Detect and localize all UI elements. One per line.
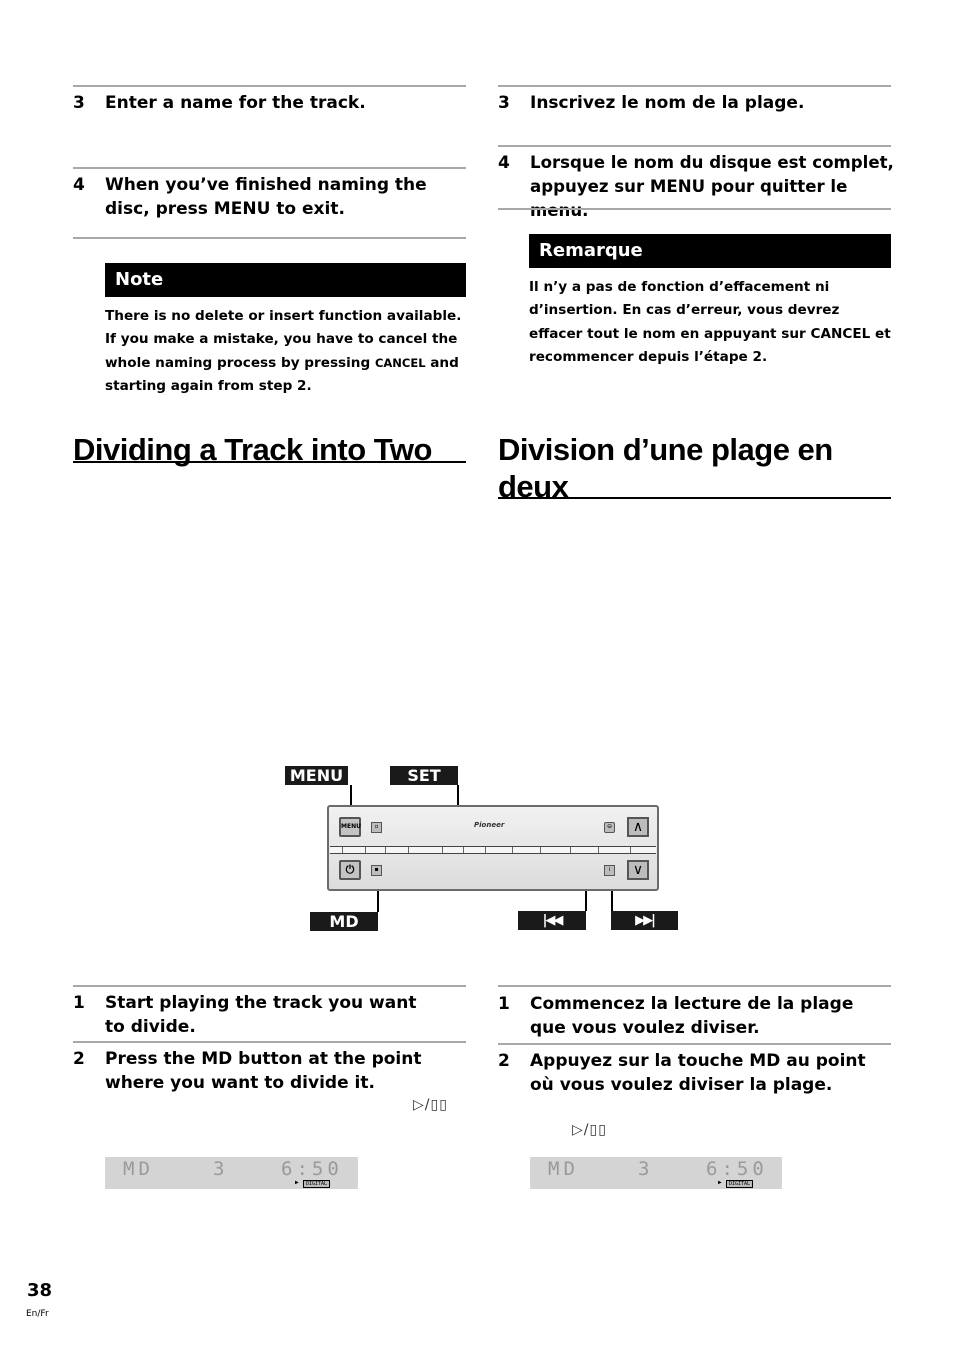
step-number: 1 [498, 994, 510, 1014]
display-button[interactable]: ▫ [371, 822, 382, 833]
strip-segment-divider [442, 847, 443, 853]
lcd-track: 3 [213, 1158, 229, 1180]
divider [498, 1043, 891, 1045]
callout-skip-back: |◀◀ [518, 911, 586, 930]
power-button[interactable]: ⏻ [339, 860, 361, 880]
cancel-keyword: CANCEL [374, 355, 426, 370]
digital-indicator: DIGITAL [726, 1180, 754, 1188]
md-front-panel: MENU ▫ Pioneer ⊖ ∧ ⏻ ▪ ⁞ ∨ [327, 805, 659, 891]
step-number: 2 [73, 1049, 85, 1069]
divider [73, 237, 466, 239]
md-button[interactable]: ▪ [371, 865, 382, 876]
step-text: Start playing the track you want to divi… [105, 993, 417, 1037]
down-arrow-button[interactable]: ∨ [627, 860, 649, 880]
strip-segment-divider [598, 847, 599, 853]
divider [73, 1041, 466, 1043]
step-number: 3 [73, 93, 85, 113]
lcd-source: MD [548, 1158, 579, 1180]
step-number: 2 [498, 1051, 510, 1071]
lcd-source: MD [123, 1158, 154, 1180]
strip-segment-divider [512, 847, 513, 853]
lcd-track: 3 [638, 1158, 654, 1180]
flag-icon: ▶ [295, 1179, 299, 1186]
callout-skip-forward: ▶▶| [611, 911, 678, 930]
step-number: 4 [498, 153, 510, 173]
heading-underline [498, 497, 891, 499]
flag-icon: ▶ [718, 1179, 722, 1186]
input-button[interactable]: ⁞ [604, 865, 615, 876]
divider [498, 145, 891, 147]
button-strip[interactable] [330, 846, 656, 854]
strip-segment-divider [630, 847, 631, 853]
divider [498, 85, 891, 87]
step-text: Commencez la lecture de la plage que vou… [530, 994, 854, 1038]
step-text: Appuyez sur la touche MD au point où vou… [530, 1051, 866, 1095]
remarque-body: Il n’y a pas de fonction d’effacement ni… [529, 279, 891, 365]
step-text: Lorsque le nom du disque est complet, ap… [530, 153, 894, 220]
strip-segment-divider [365, 847, 366, 853]
page-language: En/Fr [26, 1309, 49, 1319]
remarque-header: Remarque [529, 234, 891, 268]
lcd-time: 6:50 [706, 1158, 768, 1180]
strip-segment-divider [385, 847, 386, 853]
divider [498, 208, 891, 210]
divider [73, 985, 466, 987]
step-text: Enter a name for the track. [105, 93, 366, 113]
divider [73, 167, 466, 169]
digital-indicator: DIGITAL [303, 1180, 331, 1188]
divider [498, 985, 891, 987]
callout-menu: MENU [285, 766, 348, 785]
note-body: There is no delete or insert function av… [105, 305, 466, 398]
menu-button[interactable]: MENU [339, 817, 361, 837]
lcd-display-fr: MD 3 6:50 ▶ DIGITAL [530, 1157, 782, 1189]
up-arrow-button[interactable]: ∧ [627, 817, 649, 837]
strip-segment-divider [463, 847, 464, 853]
strip-segment-divider [485, 847, 486, 853]
callout-md: MD [310, 912, 378, 931]
heading-underline [73, 461, 466, 463]
section-title-fr: Division d’une plage en deux [498, 432, 833, 504]
step-number: 4 [73, 175, 85, 195]
play-pause-icon: ▷/▯▯ [572, 1122, 607, 1138]
pioneer-logo: Pioneer [474, 821, 505, 829]
eject-button[interactable]: ⊖ [604, 822, 615, 833]
strip-segment-divider [408, 847, 409, 853]
step-number: 1 [73, 993, 85, 1013]
step-text: Inscrivez le nom de la plage. [530, 93, 805, 113]
strip-segment-divider [570, 847, 571, 853]
page-number: 38 [27, 1280, 53, 1301]
callout-set: SET [390, 766, 458, 785]
divider [73, 85, 466, 87]
play-pause-icon: ▷/▯▯ [413, 1097, 448, 1113]
strip-segment-divider [540, 847, 541, 853]
step-text: When you’ve finished naming the disc, pr… [105, 175, 427, 219]
step-number: 3 [498, 93, 510, 113]
step-text: Press the MD button at the point where y… [105, 1049, 422, 1093]
lcd-time: 6:50 [281, 1158, 343, 1180]
strip-segment-divider [342, 847, 343, 853]
note-header: Note [105, 263, 466, 297]
lcd-display-en: MD 3 6:50 ▶ DIGITAL [105, 1157, 358, 1189]
